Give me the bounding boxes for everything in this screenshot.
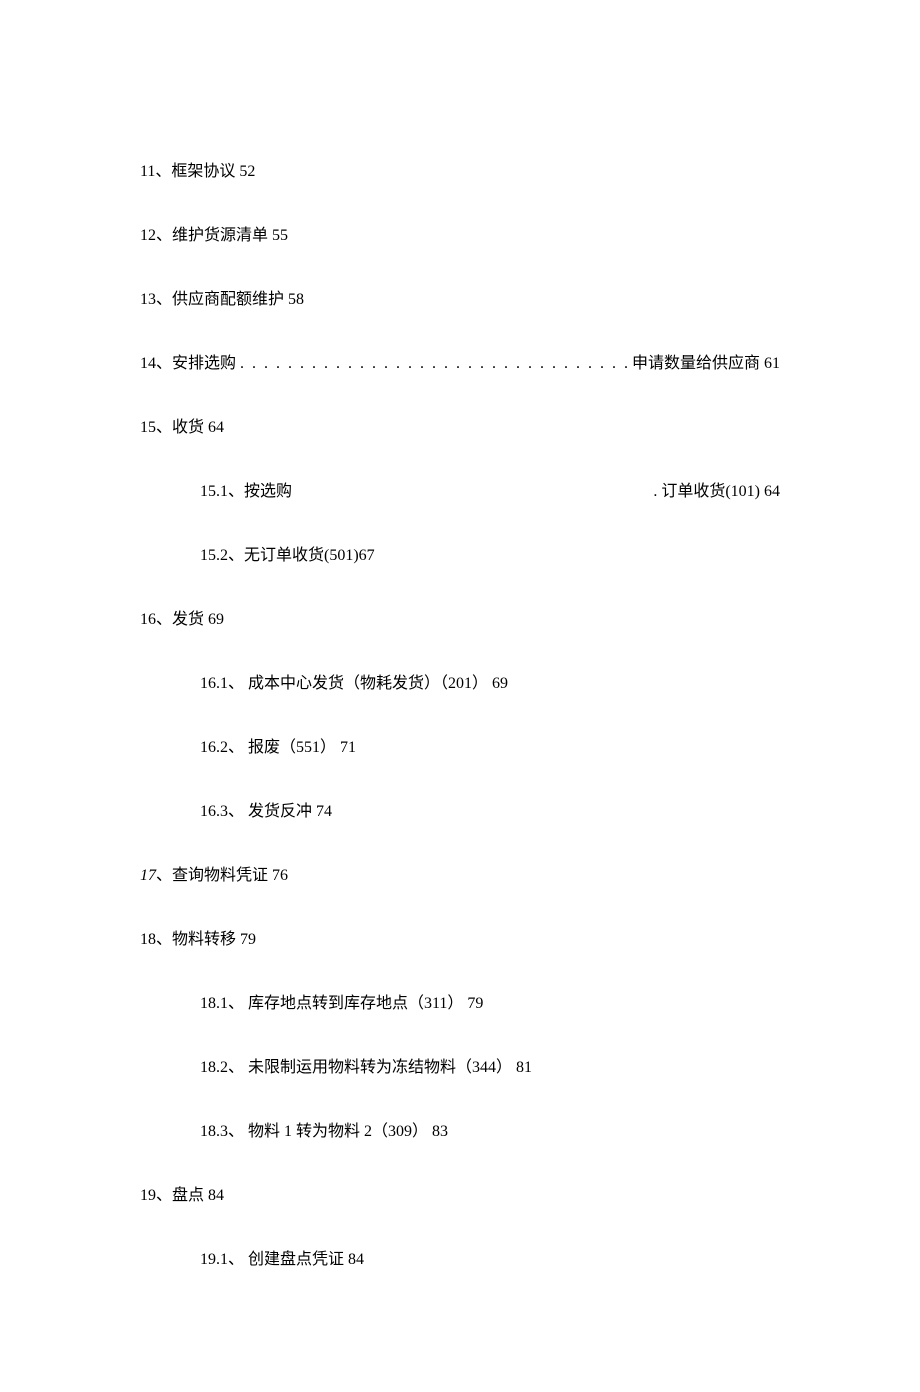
toc-item-15: 15、收货 64 <box>140 416 780 440</box>
toc-text: 、查询物料凭证 76 <box>156 867 288 884</box>
toc-item-11: 11、框架协议 52 <box>140 160 780 184</box>
toc-item-16-3: 16.3、 发货反冲 74 <box>140 800 780 824</box>
toc-item-18: 18、物料转移 79 <box>140 928 780 952</box>
toc-item-16-2: 16.2、 报废（551） 71 <box>140 736 780 760</box>
toc-text: 16.1、 成本中心发货（物耗发货）（201） 69 <box>200 675 508 692</box>
toc-left: 15.1、按选购 <box>200 480 292 504</box>
toc-num-italic: 17 <box>140 867 156 884</box>
toc-trail: 申请数量给供应商 61 <box>632 352 780 376</box>
toc-item-18-1: 18.1、 库存地点转到库存地点（311） 79 <box>140 992 780 1016</box>
toc-item-17: 17、查询物料凭证 76 <box>140 864 780 888</box>
toc-text: 19、盘点 84 <box>140 1187 224 1204</box>
toc-dots: . . . . . . . . . . . . . . . . . . . . … <box>236 352 632 376</box>
toc-item-19: 19、盘点 84 <box>140 1184 780 1208</box>
toc-item-19-1: 19.1、 创建盘点凭证 84 <box>140 1248 780 1272</box>
toc-item-15-1: 15.1、按选购 . 订单收货(101) 64 <box>140 480 780 504</box>
toc-text: 16、发货 69 <box>140 611 224 628</box>
toc-text: 18.1、 库存地点转到库存地点（311） 79 <box>200 995 483 1012</box>
toc-text: 18、物料转移 79 <box>140 931 256 948</box>
toc-item-14: 14、安排选购 . . . . . . . . . . . . . . . . … <box>140 352 780 376</box>
toc-text: 18.3、 物料 1 转为物料 2（309） 83 <box>200 1123 448 1140</box>
toc-text: 12、维护货源清单 55 <box>140 227 288 244</box>
toc-item-13: 13、供应商配额维护 58 <box>140 288 780 312</box>
toc-text: 15.2、无订单收货(501)67 <box>200 547 375 564</box>
toc-text: 16.2、 报废（551） 71 <box>200 739 356 756</box>
toc-item-16: 16、发货 69 <box>140 608 780 632</box>
toc-text: 15、收货 64 <box>140 419 224 436</box>
toc-item-12: 12、维护货源清单 55 <box>140 224 780 248</box>
toc-text: 13、供应商配额维护 58 <box>140 291 304 308</box>
toc-text: 19.1、 创建盘点凭证 84 <box>200 1251 364 1268</box>
toc-text: 16.3、 发货反冲 74 <box>200 803 332 820</box>
toc-text: 18.2、 未限制运用物料转为冻结物料（344） 81 <box>200 1059 532 1076</box>
toc-item-18-3: 18.3、 物料 1 转为物料 2（309） 83 <box>140 1120 780 1144</box>
toc-item-15-2: 15.2、无订单收货(501)67 <box>140 544 780 568</box>
toc-text: 11、框架协议 52 <box>140 163 255 180</box>
toc-item-16-1: 16.1、 成本中心发货（物耗发货）（201） 69 <box>140 672 780 696</box>
toc-right: . 订单收货(101) 64 <box>653 480 780 504</box>
toc-item-18-2: 18.2、 未限制运用物料转为冻结物料（344） 81 <box>140 1056 780 1080</box>
toc-lead: 14、安排选购 <box>140 352 236 376</box>
